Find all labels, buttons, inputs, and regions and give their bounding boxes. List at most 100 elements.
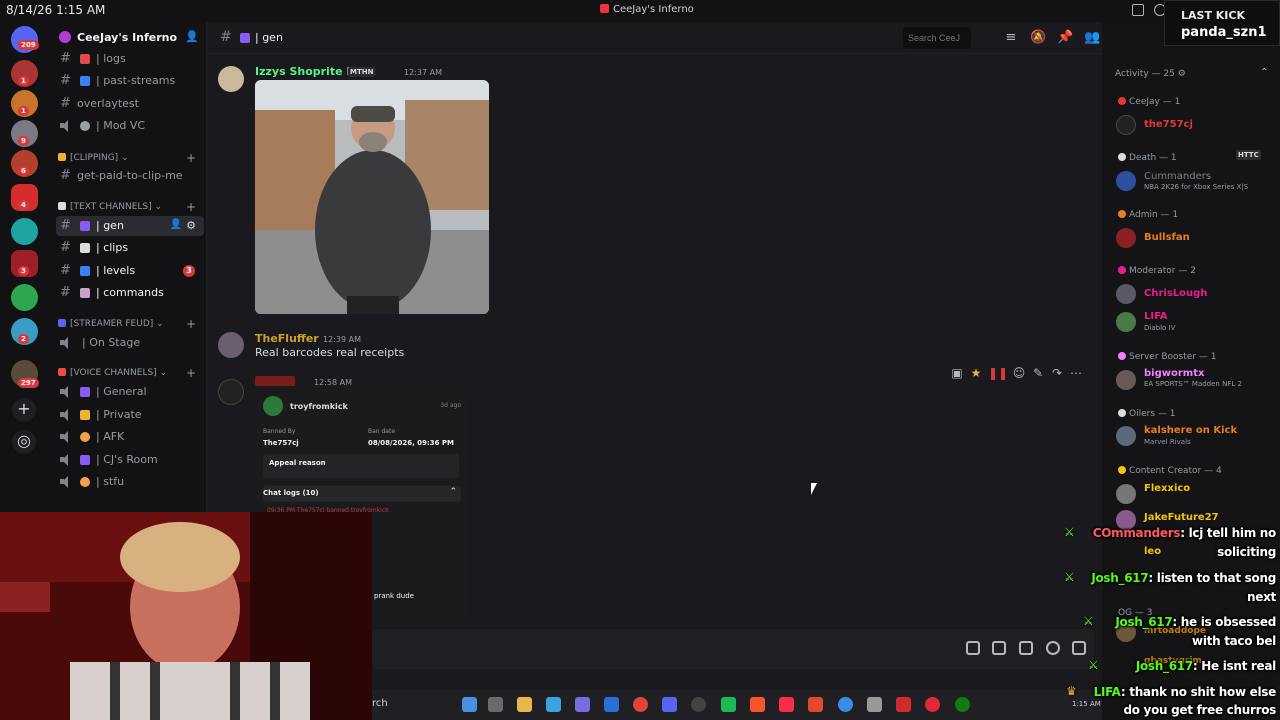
taskbar-app-icon[interactable] (808, 697, 823, 712)
emoji-icon[interactable]: ☺ (1012, 366, 1026, 380)
avatar[interactable] (1116, 426, 1136, 446)
avatar[interactable] (1116, 115, 1136, 135)
brave-icon[interactable] (750, 697, 765, 712)
category-text-channels[interactable]: [TEXT CHANNELS] ⌄ + (58, 200, 196, 216)
channel-voice-private[interactable]: | Private (56, 405, 204, 425)
taskbar-app-icon[interactable] (575, 697, 590, 712)
avatar[interactable] (1116, 228, 1136, 248)
threads-icon[interactable]: ≡ (1004, 31, 1018, 45)
category-streamer-feud[interactable]: [STREAMER FEUD] ⌄ + (58, 317, 196, 333)
search-input[interactable] (903, 27, 971, 49)
emoji-icon[interactable] (1046, 641, 1060, 655)
message-composer[interactable] (372, 629, 1094, 669)
channel-past-streams[interactable]: # | past-streams (56, 71, 204, 91)
obs-icon[interactable] (691, 697, 706, 712)
add-channel-icon[interactable]: + (186, 151, 196, 165)
channel-mod-vc[interactable]: | Mod VC (56, 116, 204, 136)
gear-icon[interactable]: ⚙ (186, 219, 196, 232)
channel-logs[interactable]: # | logs (56, 49, 204, 69)
member-name[interactable]: Flexxico (1144, 483, 1190, 494)
invite-icon[interactable]: 👤 (185, 30, 199, 43)
server-icon-6[interactable] (11, 218, 38, 245)
xbox-icon[interactable] (955, 697, 970, 712)
channel-levels[interactable]: # | levels 3 (56, 261, 204, 281)
channel-voice-cj-room[interactable]: | CJ's Room (56, 450, 204, 470)
mute-icon[interactable]: 🔕 (1030, 31, 1046, 45)
taskbar-app-icon[interactable] (462, 697, 477, 712)
avatar[interactable] (218, 332, 244, 358)
gif-icon[interactable] (992, 641, 1006, 655)
folder-icon[interactable] (517, 697, 532, 712)
channel-voice-afk[interactable]: | AFK (56, 427, 204, 447)
pause-icon[interactable]: ❚❚ (988, 366, 1008, 380)
member-name[interactable]: bigwormtx (1144, 368, 1204, 379)
category-voice-channels[interactable]: [VOICE CHANNELS] ⌄ + (58, 366, 196, 382)
add-channel-icon[interactable]: + (186, 366, 196, 380)
server-header[interactable]: CeeJay's Inferno ⌄ 👤 (48, 27, 207, 49)
channel-commands[interactable]: # | commands (56, 283, 204, 303)
home-badge: 209 (18, 40, 39, 50)
avatar[interactable] (1116, 284, 1136, 304)
member-name[interactable]: Bullsfan (1144, 232, 1190, 243)
discover-icon[interactable]: ◎ (12, 430, 36, 454)
avatar[interactable] (218, 66, 244, 92)
member-name[interactable]: JakeFuture27 (1144, 512, 1219, 523)
avatar[interactable] (1116, 370, 1136, 390)
taskbar-app-icon[interactable] (867, 697, 882, 712)
add-channel-icon[interactable]: + (186, 317, 196, 331)
channel-voice-general[interactable]: | General (56, 382, 204, 402)
taskbar-app-icon[interactable] (546, 697, 561, 712)
taskbar-app-icon[interactable] (721, 697, 736, 712)
member-name[interactable]: kalshere on Kick (1144, 425, 1237, 436)
gift-icon[interactable] (966, 641, 980, 655)
member-name[interactable]: LIFA (1144, 311, 1168, 322)
taskbar-search[interactable]: rch (372, 698, 388, 709)
chevron-up-icon[interactable]: ⌃ (1260, 67, 1268, 78)
message-author[interactable] (255, 376, 295, 386)
channel-gen[interactable]: # | gen 👤 ⚙ (56, 216, 204, 236)
chrome-icon[interactable] (633, 697, 648, 712)
category-clipping[interactable]: [CLIPPING] ⌄ + (58, 151, 196, 167)
member-name[interactable]: ChrisLough (1144, 288, 1207, 299)
channel-overlaytest[interactable]: # overlaytest (56, 94, 204, 114)
inbox-icon[interactable] (1132, 4, 1144, 16)
avatar[interactable] (218, 379, 244, 405)
message-author[interactable]: TheFluffer (255, 332, 319, 345)
channel-get-paid[interactable]: # get-paid-to-clip-me (56, 166, 204, 186)
activity-header[interactable]: Activity — 25 ⚙ (1115, 69, 1186, 79)
pin-icon[interactable]: 📌 (1057, 31, 1073, 45)
reaction-icon[interactable]: ▣ (950, 366, 964, 380)
help-icon[interactable] (838, 697, 853, 712)
member-name[interactable]: Cummanders (1144, 171, 1211, 182)
speaker-icon (59, 453, 71, 466)
opera-icon[interactable] (925, 697, 940, 712)
more-icon[interactable]: ⋯ (1069, 366, 1083, 380)
task-view-icon[interactable] (488, 697, 503, 712)
avatar[interactable] (1116, 484, 1136, 504)
member-list-icon[interactable]: 👥 (1084, 31, 1100, 45)
member-name[interactable]: leo (1144, 546, 1161, 557)
window-title: CeeJay's Inferno (600, 4, 694, 15)
message-image[interactable] (255, 80, 489, 314)
channel-clips[interactable]: # | clips (56, 238, 204, 258)
add-channel-icon[interactable]: + (186, 200, 196, 214)
add-member-icon[interactable]: 👤 (170, 219, 182, 230)
taskbar-app-icon[interactable] (896, 697, 911, 712)
store-icon[interactable] (604, 697, 619, 712)
channel-emoji-icon (80, 288, 90, 298)
member-name[interactable]: the757cj (1144, 119, 1193, 130)
avatar[interactable] (1116, 171, 1136, 191)
add-server-icon[interactable]: + (12, 398, 36, 422)
music-icon[interactable] (779, 697, 794, 712)
hash-icon: # (60, 51, 71, 66)
channel-voice-stfu[interactable]: | stfu (56, 472, 204, 492)
avatar[interactable] (1116, 312, 1136, 332)
server-icon-7[interactable] (11, 284, 38, 311)
star-icon[interactable]: ★ (969, 366, 983, 380)
forward-icon[interactable]: ↷ (1050, 366, 1064, 380)
sticker-icon[interactable] (1019, 641, 1033, 655)
channel-on-stage[interactable]: | On Stage (56, 333, 204, 353)
discord-icon[interactable] (662, 697, 677, 712)
apps-icon[interactable] (1072, 641, 1086, 655)
edit-icon[interactable]: ✎ (1031, 366, 1045, 380)
